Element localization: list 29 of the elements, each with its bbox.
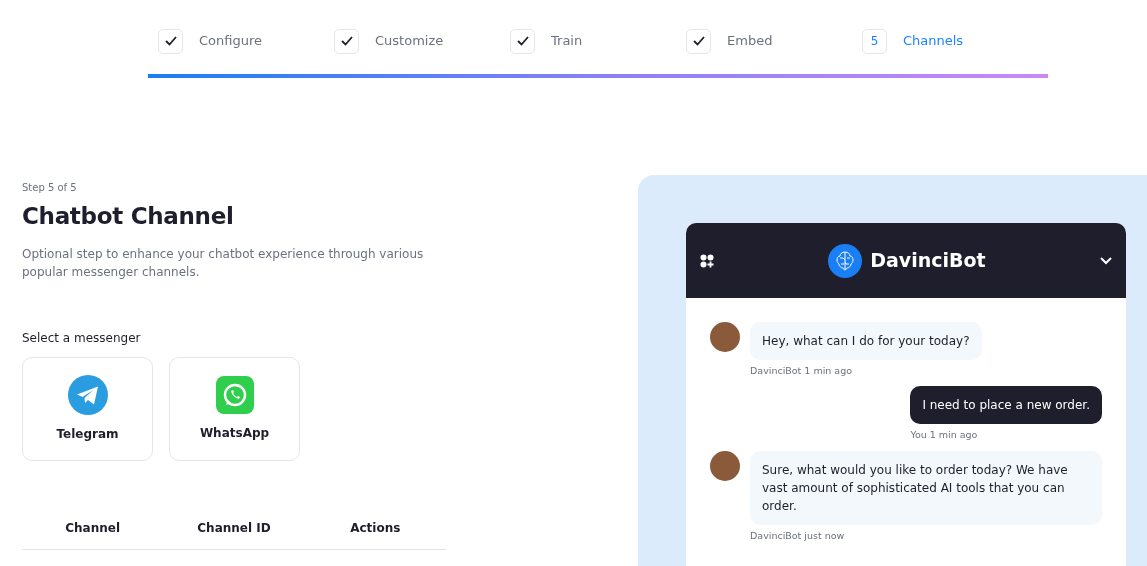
description: Optional step to enhance your chatbot experience through various popular messenger channels. [22,245,425,281]
message-bubble: Sure, what would you like to order today? We have vast amount of sophisticated AI tools that you can order. [750,450,1102,525]
message-bubble: Hey, what can I do for your today? [750,322,982,360]
message-bubble: I need to place a new order. [910,386,1102,425]
step-number: 5 [862,28,887,54]
apps-icon[interactable] [700,253,714,268]
page-title: Chatbot Channel [22,203,235,231]
step-tab[interactable]: Embed [727,31,773,51]
message-meta: DavinciBot 1 min ago [750,364,854,378]
column-header: Channel ID [196,519,272,537]
messenger-card[interactable]: WhatsApp [169,356,300,461]
telegram-icon [67,374,108,415]
column-header: Actions [349,519,402,537]
avatar [710,322,740,352]
step-caption: Step 5 of 5 [22,181,78,195]
brain-logo-icon [828,243,863,278]
message-meta: DavinciBot just now [750,528,846,543]
step-tab[interactable]: Channels [903,31,964,51]
chevron-down-icon[interactable] [1100,256,1112,265]
message-meta: You 1 min ago [910,428,979,443]
whatsapp-icon [215,375,254,414]
messenger-card[interactable]: Telegram [22,356,153,461]
step-tab[interactable]: Configure [199,31,262,51]
step-tab[interactable]: Train [551,31,583,51]
avatar [710,450,740,481]
bot-name: DavinciBot [870,248,986,274]
section-label: Select a messenger [22,329,142,347]
column-header: Channel [64,519,122,537]
step-tab[interactable]: Customize [375,31,444,51]
